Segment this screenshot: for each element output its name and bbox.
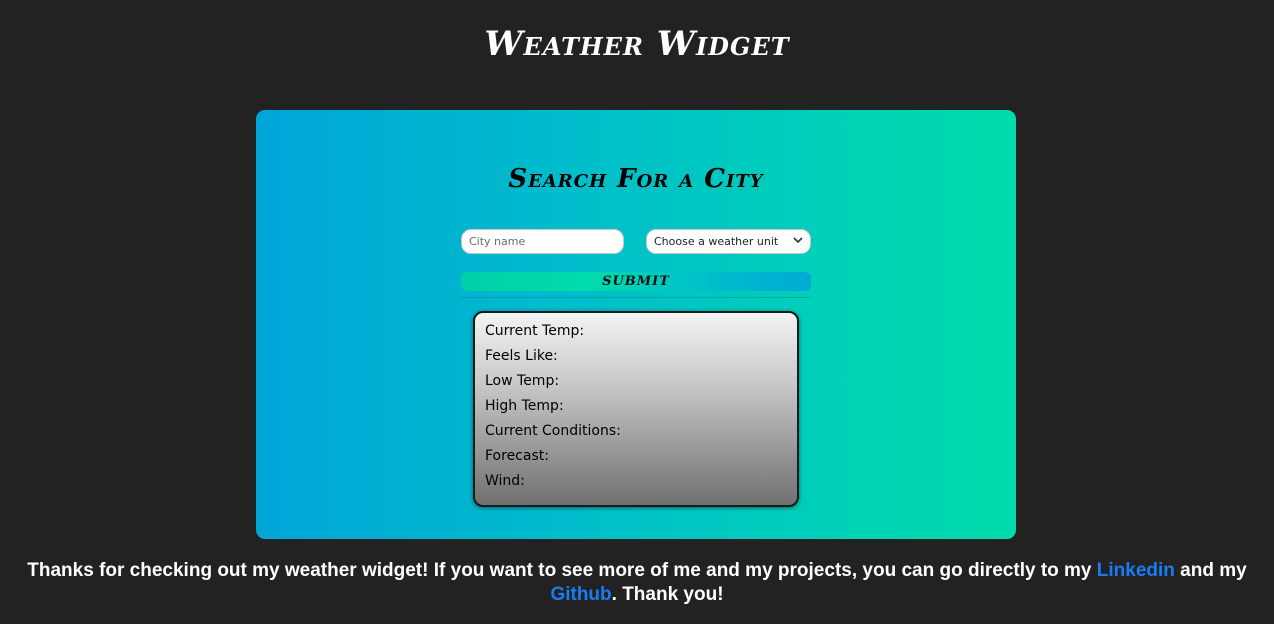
result-wind: Wind: bbox=[485, 473, 525, 489]
footer-text-after: . Thank you! bbox=[611, 584, 724, 605]
weather-unit-selected-value: Choose a weather unit bbox=[654, 235, 779, 248]
chevron-down-icon bbox=[793, 236, 803, 247]
footer-text-before: Thanks for checking out my weather widge… bbox=[27, 560, 1097, 581]
submit-button[interactable]: submit bbox=[461, 272, 811, 291]
result-current-conditions: Current Conditions: bbox=[485, 423, 621, 439]
city-name-input[interactable] bbox=[461, 229, 624, 254]
footer-message: Thanks for checking out my weather widge… bbox=[20, 559, 1254, 607]
result-feels-like: Feels Like: bbox=[485, 348, 558, 364]
footer-text-middle: and my bbox=[1174, 560, 1247, 581]
page-title: Weather Widget bbox=[484, 24, 790, 64]
weather-unit-select[interactable]: Choose a weather unit bbox=[646, 229, 811, 254]
search-heading: Search For a City bbox=[508, 164, 764, 194]
result-low-temp: Low Temp: bbox=[485, 373, 560, 389]
linkedin-link[interactable]: Linkedin bbox=[1097, 560, 1175, 581]
weather-results-panel: Current Temp: Feels Like: Low Temp: High… bbox=[473, 311, 799, 507]
github-link[interactable]: Github bbox=[550, 584, 611, 605]
result-forecast: Forecast: bbox=[485, 448, 549, 464]
divider bbox=[461, 297, 811, 298]
result-current-temp: Current Temp: bbox=[485, 323, 585, 339]
result-high-temp: High Temp: bbox=[485, 398, 564, 414]
weather-card: Search For a City Choose a weather unit … bbox=[256, 110, 1016, 539]
